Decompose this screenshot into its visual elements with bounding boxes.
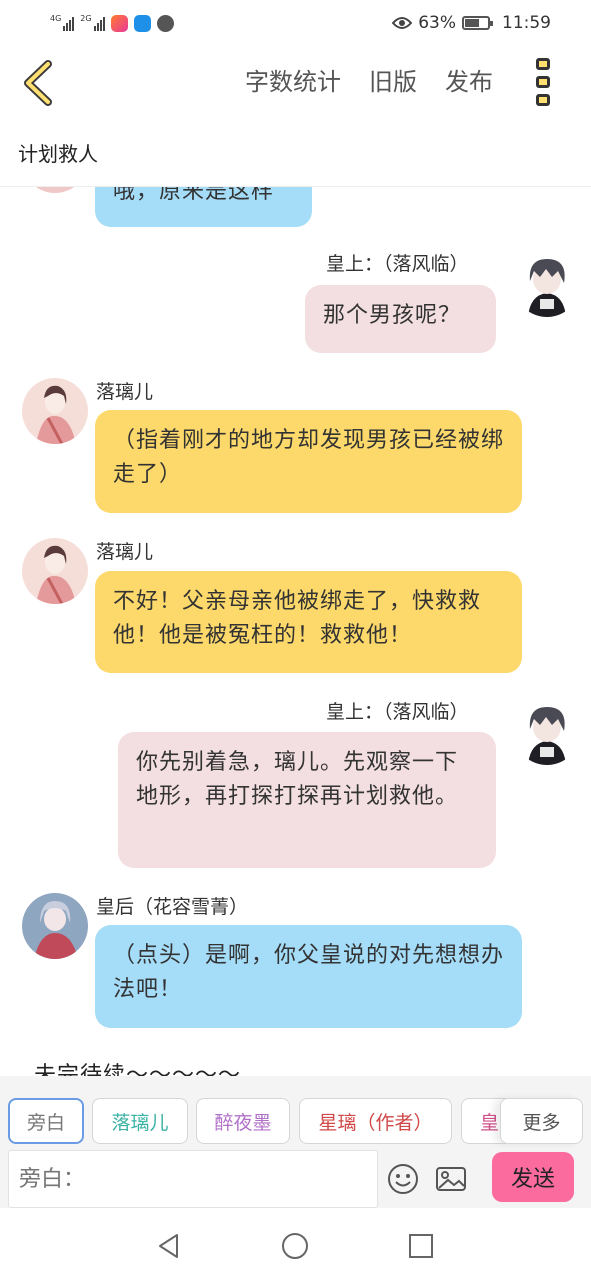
speaker-name: 皇后（花容雪菁） (96, 896, 249, 918)
more-roles-button[interactable]: 更多 (500, 1098, 583, 1144)
top-nav: 字数统计 旧版 发布 (0, 48, 591, 118)
message-bubble[interactable]: （指着刚才的地方却发现男孩已经被绑走了） (95, 410, 522, 513)
home-circle-icon[interactable] (281, 1232, 309, 1260)
role-narrator[interactable]: 旁白 (8, 1098, 84, 1144)
word-count-button[interactable]: 字数统计 (245, 64, 341, 100)
network-type-2: 2G (80, 14, 92, 23)
old-version-button[interactable]: 旧版 (369, 64, 417, 100)
speaker-name: 落璃儿 (96, 541, 154, 563)
chat-area[interactable]: 哦，原来是这样 皇上：（落风临） 那个男孩呢？ 落璃儿 （指着刚才的地方却发现男… (0, 186, 591, 1076)
signal-icon: 4G (50, 14, 75, 31)
message-bubble[interactable]: 你先别着急，璃儿。先观察一下地形，再打探打探再计划救他。 (118, 732, 496, 868)
image-icon[interactable] (434, 1162, 468, 1196)
message-input[interactable] (8, 1150, 378, 1208)
role-zuiyemo[interactable]: 醉夜墨 (196, 1098, 290, 1144)
speaker-name: 皇上：（落风临） (326, 701, 469, 723)
avatar-lociri[interactable] (22, 538, 88, 604)
avatar-emperor[interactable] (514, 251, 580, 317)
input-row: 发送 (0, 1150, 591, 1208)
publish-button[interactable]: 发布 (445, 64, 493, 100)
signal-icon-2: 2G (80, 14, 105, 31)
message-bubble[interactable]: （点头）是啊，你父皇说的对先想想办法吧！ (95, 925, 522, 1028)
role-selector-bar: 旁白 落璃儿 醉夜墨 星璃（作者） 皇 更多 (0, 1076, 591, 1150)
emoji-icon[interactable] (386, 1162, 420, 1196)
network-type-1: 4G (50, 14, 62, 23)
role-lociri[interactable]: 落璃儿 (92, 1098, 188, 1144)
avatar-empress[interactable] (22, 893, 88, 959)
status-bar: 4G 2G 63% 11:59 (0, 0, 591, 46)
video-app-icon (110, 14, 128, 32)
speaker-name: 皇上：（落风临） (326, 253, 469, 275)
message-bubble[interactable]: 那个男孩呢？ (305, 285, 496, 353)
send-button[interactable]: 发送 (492, 1152, 574, 1202)
eye-icon (392, 17, 413, 29)
footer-text: 未完待续～～～～～ (34, 1063, 242, 1076)
battery-percent: 63% (418, 13, 456, 33)
back-triangle-icon[interactable] (155, 1232, 183, 1260)
avatar-lociri[interactable] (22, 187, 88, 193)
message-icon (156, 14, 174, 32)
message-bubble[interactable]: 不好！父亲母亲他被绑走了，快救救他！他是被冤枉的！救救他！ (95, 571, 522, 673)
avatar-lociri[interactable] (22, 378, 88, 444)
avatar-emperor[interactable] (514, 699, 580, 765)
battery-icon (462, 16, 493, 30)
system-nav-bar (0, 1208, 591, 1280)
speaker-name: 落璃儿 (96, 381, 154, 403)
back-arrow-icon[interactable] (18, 58, 62, 108)
role-xingli-author[interactable]: 星璃（作者） (299, 1098, 452, 1144)
clock: 11:59 (502, 13, 551, 33)
message-bubble[interactable]: 哦，原来是这样 (95, 187, 312, 227)
more-menu-icon[interactable] (536, 58, 552, 106)
page-title: 计划救人 (18, 142, 98, 166)
app-notification-icon (133, 14, 151, 32)
recents-square-icon[interactable] (407, 1232, 435, 1260)
